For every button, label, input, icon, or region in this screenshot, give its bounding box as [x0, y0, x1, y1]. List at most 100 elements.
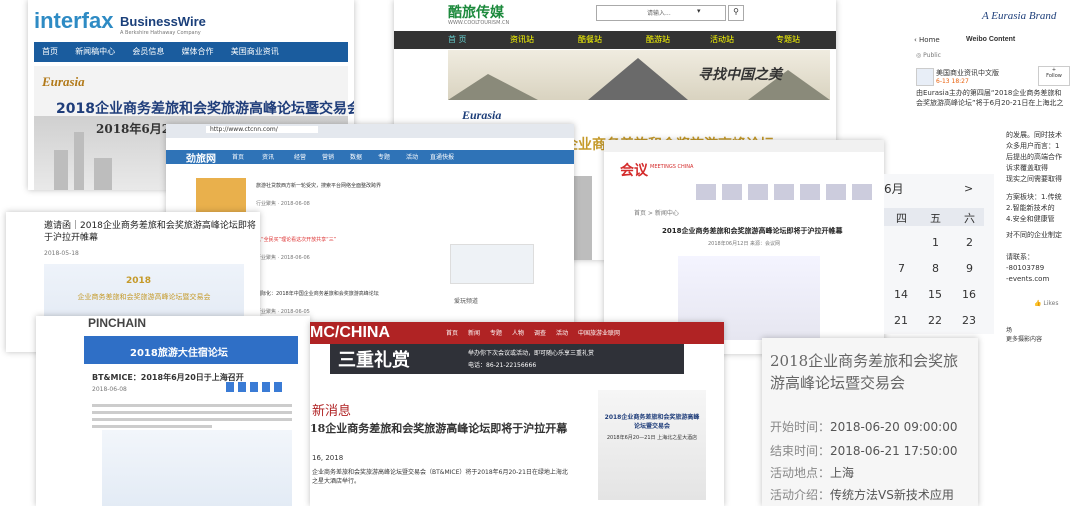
search-placeholder: 请输入... — [647, 10, 671, 17]
calendar-day[interactable]: 15 — [928, 288, 942, 301]
weibo-back[interactable]: ‹ Home — [914, 36, 940, 44]
calendar-day[interactable]: 22 — [928, 314, 942, 327]
pinchain-meta: 2018-06-08 — [92, 386, 127, 393]
mcchina-ad-banner[interactable]: 三重礼赏 举办你下次会议或活动，即可随心乐享三重礼赏 电话：86-21-2215… — [330, 344, 684, 374]
calendar-day[interactable]: 21 — [894, 314, 908, 327]
mcchina-header: MC/CHINA 首页 新闻 专题 人物 调查 活动 中国旅游业联网 — [310, 322, 724, 344]
avatar[interactable] — [916, 68, 934, 86]
article-title[interactable]: 邀请函｜2018企业商务差旅和会奖旅游高峰论坛即将于沪拉开帷幕 — [44, 220, 256, 244]
interfax-logo[interactable]: interfax — [34, 8, 113, 34]
calendar-day[interactable]: 7 — [898, 262, 905, 275]
nav-survey[interactable]: 调查 — [534, 328, 546, 337]
nav-media[interactable]: 媒体合作 — [182, 42, 214, 62]
coolfeel-url: WWW.COOLTOURISM.CN — [448, 20, 510, 26]
nav-topics[interactable]: 专题站 — [776, 34, 800, 45]
event-start: 开始时间：2018-06-20 09:00:00 — [770, 420, 958, 434]
weibo-header: Weibo Content — [966, 36, 1016, 43]
calendar-month: 6月 — [884, 182, 904, 196]
calendar-day[interactable]: 2 — [966, 236, 973, 249]
coolfeel-search[interactable]: 请输入... ▾ — [596, 5, 726, 21]
nav-people[interactable]: 人物 — [512, 328, 524, 337]
eurasia-logo: Eurasia — [42, 74, 85, 89]
calendar-day[interactable]: 8 — [932, 262, 939, 275]
weibo-snippets: 的发展。同时技术 众多用户而言：1 后提出的高端合作 诉求覆盖取得 现实之间需要… — [1006, 131, 1062, 183]
weibo-contact: 请联系： -80103789 -events.com — [1006, 253, 1050, 283]
nav-home[interactable]: 首页 — [446, 328, 458, 337]
huiyi-headline: 2018企业商务差旅和会奖旅游高峰论坛即将于沪拉开帷幕 — [662, 227, 843, 235]
breadcrumb: 首页 > 新闻中心 — [634, 210, 679, 217]
like-button[interactable]: 👍 Likes — [1034, 300, 1059, 307]
calendar-col-thu: 四 — [896, 212, 907, 225]
pinchain-body — [92, 400, 292, 432]
event-place: 活动地点：上海 — [770, 466, 855, 480]
nav-food[interactable]: 酷餐站 — [578, 34, 602, 45]
jinglv-logo[interactable]: 劲旅网 — [186, 150, 216, 165]
nav-us-business[interactable]: 美国商业资讯 — [231, 42, 279, 62]
nav-press-center[interactable]: 新闻稿中心 — [75, 42, 115, 62]
weibo-list: 方案板块：1.传统 2.智能新技术的 4.安全和健康管 — [1006, 193, 1062, 223]
nav-news[interactable]: 新闻 — [468, 328, 480, 337]
mcchina-body: 企业商务差旅和会奖旅游高峰论坛暨交易会（BT&MICE）将于2018年6月20-… — [312, 469, 568, 485]
pinchain-logo[interactable]: PINCHAIN — [88, 316, 146, 330]
jinglv-header: 劲旅网 首页 资讯 经营 营销 数据 专题 活动 直通快报 — [166, 150, 574, 165]
mcchina-logo[interactable]: MC/CHINA — [310, 324, 390, 342]
calendar-day[interactable]: 9 — [966, 262, 973, 275]
mcchina-date: 16, 2018 — [312, 454, 344, 462]
nav-home[interactable]: 首 页 — [448, 34, 467, 45]
nav-marketing[interactable]: 营销 — [322, 152, 334, 161]
huiyi-logo-en: MEETINGS CHINA — [650, 164, 694, 170]
huiyi-logo[interactable]: 会议 — [620, 160, 648, 180]
calendar-day[interactable]: 1 — [932, 236, 939, 249]
businesswire-tagline: A Berkshire Hathaway Company — [120, 30, 201, 36]
event-intro: 活动介绍：传统方法VS新技术应用 — [770, 488, 954, 502]
weibo-post-text: 由Eurasia主办的第四届“2018企业商务差旅和会奖旅游高峰论坛”将于6月2… — [916, 89, 1064, 107]
weibo-public: ◎ Public — [916, 52, 941, 59]
weibo-time: 6-13 18:27 — [936, 78, 969, 85]
share-icons[interactable] — [226, 382, 286, 392]
nav-data[interactable]: 数据 — [350, 152, 362, 161]
nav-home[interactable]: 首页 — [232, 152, 244, 161]
businesswire-logo[interactable]: BusinessWire — [120, 14, 206, 29]
eurasia-logo: Eurasia — [462, 108, 502, 122]
huiyi-top-strip — [604, 140, 884, 152]
coolfeel-nav: 首 页 资讯站 酷餐站 酷游站 活动站 专题站 — [394, 31, 836, 49]
browser-bar: http://www.ctcnn.com/ — [166, 124, 574, 138]
calendar-day[interactable]: 16 — [962, 288, 976, 301]
follow-button[interactable]: + Follow — [1038, 66, 1070, 86]
browser-url[interactable]: http://www.ctcnn.com/ — [206, 126, 318, 133]
nav-news[interactable]: 资讯 — [262, 152, 274, 161]
nav-express[interactable]: 直通快报 — [430, 152, 454, 161]
pinchain-poster — [102, 430, 292, 506]
nav-topics[interactable]: 专题 — [490, 328, 502, 337]
coolfeel-logo[interactable]: 酷旅传媒 — [448, 2, 504, 22]
pinchain-page: PINCHAIN 2018旅游大住宿论坛 BT&MICE：2018年6月20日于… — [36, 316, 310, 506]
calendar-col-fri: 五 — [930, 212, 941, 225]
huiyi-sub: 2018年06月12日 来源：会议网 — [708, 241, 781, 247]
nav-home[interactable]: 首页 — [42, 42, 58, 62]
nav-events[interactable]: 活动站 — [710, 34, 734, 45]
nav-topics[interactable]: 专题 — [378, 152, 390, 161]
nav-news[interactable]: 资讯站 — [510, 34, 534, 45]
mcchina-page: MC/CHINA 首页 新闻 专题 人物 调查 活动 中国旅游业联网 三重礼赏 … — [310, 322, 724, 506]
weibo-account[interactable]: 美国商业资讯中文版 — [936, 68, 999, 78]
weibo-more: 对不同的企业制定 — [1006, 231, 1062, 239]
calendar-day[interactable]: 23 — [962, 314, 976, 327]
mcchina-section: 新消息 — [312, 404, 352, 419]
chevron-down-icon: ▾ — [697, 7, 701, 15]
nav-travel[interactable]: 酷游站 — [646, 34, 670, 45]
coolfeel-search-button[interactable]: ⚲ — [728, 5, 744, 21]
thumbs-up-icon: 👍 — [1034, 300, 1042, 307]
nav-network[interactable]: 中国旅游业联网 — [578, 328, 620, 337]
pinchain-banner: 2018旅游大住宿论坛 — [84, 336, 298, 364]
side-ad[interactable] — [450, 244, 534, 284]
nav-members[interactable]: 会员信息 — [132, 42, 164, 62]
nav-events[interactable]: 活动 — [556, 328, 568, 337]
calendar-widget: » 6月 > 四 五 六 1 2 7 8 9 14 15 16 21 22 23 — [884, 174, 994, 334]
banner-slogan: 寻找中国之美 — [698, 67, 782, 83]
nav-business[interactable]: 经营 — [294, 152, 306, 161]
mcchina-poster: 2018企业商务差旅和会奖旅游高峰论坛暨交易会 2018年6月20—21日 上海… — [598, 390, 706, 500]
nav-events[interactable]: 活动 — [406, 152, 418, 161]
pinchain-headline: BT&MICE：2018年6月20日于上海召开 — [92, 373, 244, 382]
calendar-next-button[interactable]: > — [964, 182, 973, 195]
calendar-day[interactable]: 14 — [894, 288, 908, 301]
